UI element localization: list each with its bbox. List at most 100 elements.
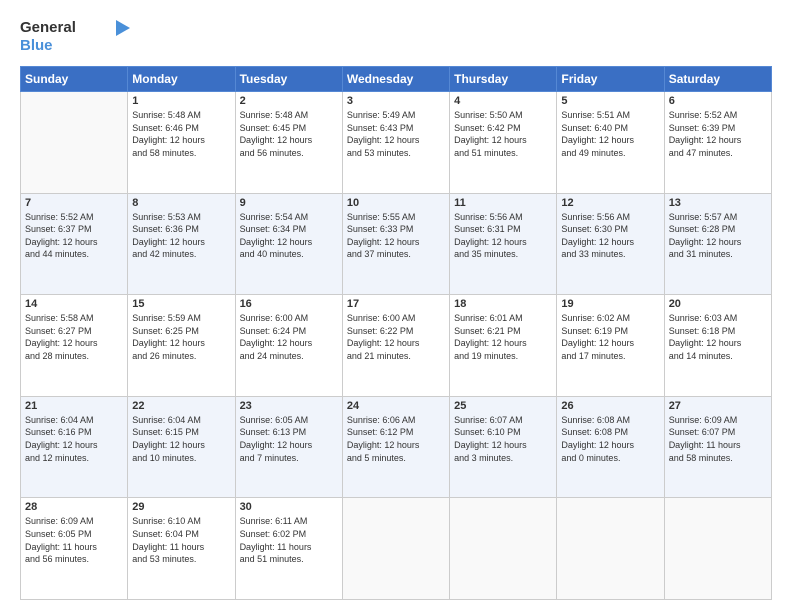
day-info: Sunrise: 5:54 AM Sunset: 6:34 PM Dayligh… xyxy=(240,211,338,261)
calendar-cell: 22 Sunrise: 6:04 AM Sunset: 6:15 PM Dayli… xyxy=(128,396,235,498)
day-info: Sunrise: 6:01 AM Sunset: 6:21 PM Dayligh… xyxy=(454,312,552,362)
calendar-cell: 21 Sunrise: 6:04 AM Sunset: 6:16 PM Dayli… xyxy=(21,396,128,498)
svg-text:General: General xyxy=(20,19,76,36)
calendar-cell: 3 Sunrise: 5:49 AM Sunset: 6:43 PM Daylig… xyxy=(342,92,449,194)
calendar-cell: 24Sunrise: 6:06 AM Sunset: 6:12 PM Dayli… xyxy=(342,396,449,498)
day-number: 19 xyxy=(561,298,659,310)
day-number: 16 xyxy=(240,298,338,310)
calendar-cell: 7 Sunrise: 5:52 AM Sunset: 6:37 PM Daylig… xyxy=(21,193,128,295)
day-info: Sunrise: 5:55 AM Sunset: 6:33 PM Dayligh… xyxy=(347,211,445,261)
day-number: 13 xyxy=(669,197,767,209)
day-info: Sunrise: 5:50 AM Sunset: 6:42 PM Dayligh… xyxy=(454,109,552,159)
calendar-cell: 16Sunrise: 6:00 AM Sunset: 6:24 PM Dayli… xyxy=(235,295,342,397)
day-info: Sunrise: 5:59 AM Sunset: 6:25 PM Dayligh… xyxy=(132,312,230,362)
col-header-thursday: Thursday xyxy=(450,67,557,92)
day-number: 25 xyxy=(454,400,552,412)
calendar-cell: 1Sunrise: 5:48 AM Sunset: 6:46 PM Daylig… xyxy=(128,92,235,194)
week-row-3: 14 Sunrise: 5:58 AM Sunset: 6:27 PM Dayli… xyxy=(21,295,772,397)
day-number: 6 xyxy=(669,95,767,107)
week-row-5: 28 Sunrise: 6:09 AM Sunset: 6:05 PM Dayli… xyxy=(21,498,772,600)
col-header-saturday: Saturday xyxy=(664,67,771,92)
day-number: 9 xyxy=(240,197,338,209)
day-number: 20 xyxy=(669,298,767,310)
day-info: Sunrise: 6:03 AM Sunset: 6:18 PM Dayligh… xyxy=(669,312,767,362)
calendar-cell: 9 Sunrise: 5:54 AM Sunset: 6:34 PM Daylig… xyxy=(235,193,342,295)
day-number: 12 xyxy=(561,197,659,209)
day-info: Sunrise: 6:04 AM Sunset: 6:15 PM Dayligh… xyxy=(132,414,230,464)
calendar-cell: 2 Sunrise: 5:48 AM Sunset: 6:45 PM Daylig… xyxy=(235,92,342,194)
day-info: Sunrise: 5:56 AM Sunset: 6:30 PM Dayligh… xyxy=(561,211,659,261)
day-number: 30 xyxy=(240,501,338,513)
day-info: Sunrise: 6:09 AM Sunset: 6:05 PM Dayligh… xyxy=(25,515,123,565)
calendar-cell xyxy=(342,498,449,600)
day-number: 17 xyxy=(347,298,445,310)
day-number: 21 xyxy=(25,400,123,412)
calendar-table: SundayMondayTuesdayWednesdayThursdayFrid… xyxy=(20,66,772,600)
day-number: 11 xyxy=(454,197,552,209)
calendar-cell xyxy=(21,92,128,194)
svg-text:Blue: Blue xyxy=(20,37,53,54)
calendar-header-row: SundayMondayTuesdayWednesdayThursdayFrid… xyxy=(21,67,772,92)
calendar-cell: 20 Sunrise: 6:03 AM Sunset: 6:18 PM Dayli… xyxy=(664,295,771,397)
day-number: 4 xyxy=(454,95,552,107)
calendar-cell: 29 Sunrise: 6:10 AM Sunset: 6:04 PM Dayli… xyxy=(128,498,235,600)
day-number: 29 xyxy=(132,501,230,513)
calendar-cell: 12 Sunrise: 5:56 AM Sunset: 6:30 PM Dayli… xyxy=(557,193,664,295)
calendar-cell: 25 Sunrise: 6:07 AM Sunset: 6:10 PM Dayli… xyxy=(450,396,557,498)
day-number: 8 xyxy=(132,197,230,209)
calendar-cell: 17Sunrise: 6:00 AM Sunset: 6:22 PM Dayli… xyxy=(342,295,449,397)
calendar-cell: 15 Sunrise: 5:59 AM Sunset: 6:25 PM Dayli… xyxy=(128,295,235,397)
calendar-cell: 27 Sunrise: 6:09 AM Sunset: 6:07 PM Dayli… xyxy=(664,396,771,498)
col-header-sunday: Sunday xyxy=(21,67,128,92)
calendar-cell: 5Sunrise: 5:51 AM Sunset: 6:40 PM Daylig… xyxy=(557,92,664,194)
day-number: 28 xyxy=(25,501,123,513)
day-number: 22 xyxy=(132,400,230,412)
day-number: 3 xyxy=(347,95,445,107)
day-info: Sunrise: 5:51 AM Sunset: 6:40 PM Dayligh… xyxy=(561,109,659,159)
calendar-cell: 28 Sunrise: 6:09 AM Sunset: 6:05 PM Dayli… xyxy=(21,498,128,600)
day-info: Sunrise: 5:49 AM Sunset: 6:43 PM Dayligh… xyxy=(347,109,445,159)
page: General Blue SundayMondayTuesdayWednesda… xyxy=(0,0,792,612)
logo-icon: General Blue xyxy=(20,16,130,56)
day-info: Sunrise: 5:58 AM Sunset: 6:27 PM Dayligh… xyxy=(25,312,123,362)
day-info: Sunrise: 6:09 AM Sunset: 6:07 PM Dayligh… xyxy=(669,414,767,464)
day-number: 26 xyxy=(561,400,659,412)
calendar-cell: 13Sunrise: 5:57 AM Sunset: 6:28 PM Dayli… xyxy=(664,193,771,295)
week-row-2: 7 Sunrise: 5:52 AM Sunset: 6:37 PM Daylig… xyxy=(21,193,772,295)
day-number: 15 xyxy=(132,298,230,310)
col-header-tuesday: Tuesday xyxy=(235,67,342,92)
col-header-monday: Monday xyxy=(128,67,235,92)
logo: General Blue xyxy=(20,16,130,56)
day-info: Sunrise: 5:48 AM Sunset: 6:45 PM Dayligh… xyxy=(240,109,338,159)
calendar-cell: 19 Sunrise: 6:02 AM Sunset: 6:19 PM Dayli… xyxy=(557,295,664,397)
day-number: 7 xyxy=(25,197,123,209)
day-info: Sunrise: 5:53 AM Sunset: 6:36 PM Dayligh… xyxy=(132,211,230,261)
day-info: Sunrise: 6:07 AM Sunset: 6:10 PM Dayligh… xyxy=(454,414,552,464)
day-info: Sunrise: 6:05 AM Sunset: 6:13 PM Dayligh… xyxy=(240,414,338,464)
day-info: Sunrise: 5:52 AM Sunset: 6:37 PM Dayligh… xyxy=(25,211,123,261)
calendar-cell: 14 Sunrise: 5:58 AM Sunset: 6:27 PM Dayli… xyxy=(21,295,128,397)
day-info: Sunrise: 6:10 AM Sunset: 6:04 PM Dayligh… xyxy=(132,515,230,565)
col-header-friday: Friday xyxy=(557,67,664,92)
calendar-cell xyxy=(450,498,557,600)
day-info: Sunrise: 6:04 AM Sunset: 6:16 PM Dayligh… xyxy=(25,414,123,464)
header: General Blue xyxy=(20,16,772,56)
day-number: 27 xyxy=(669,400,767,412)
col-header-wednesday: Wednesday xyxy=(342,67,449,92)
calendar-cell: 4 Sunrise: 5:50 AM Sunset: 6:42 PM Daylig… xyxy=(450,92,557,194)
day-number: 18 xyxy=(454,298,552,310)
day-info: Sunrise: 5:56 AM Sunset: 6:31 PM Dayligh… xyxy=(454,211,552,261)
day-info: Sunrise: 6:08 AM Sunset: 6:08 PM Dayligh… xyxy=(561,414,659,464)
calendar-cell: 23 Sunrise: 6:05 AM Sunset: 6:13 PM Dayli… xyxy=(235,396,342,498)
day-info: Sunrise: 6:02 AM Sunset: 6:19 PM Dayligh… xyxy=(561,312,659,362)
day-number: 14 xyxy=(25,298,123,310)
day-info: Sunrise: 6:06 AM Sunset: 6:12 PM Dayligh… xyxy=(347,414,445,464)
day-number: 23 xyxy=(240,400,338,412)
calendar-cell: 11 Sunrise: 5:56 AM Sunset: 6:31 PM Dayli… xyxy=(450,193,557,295)
week-row-1: 1Sunrise: 5:48 AM Sunset: 6:46 PM Daylig… xyxy=(21,92,772,194)
week-row-4: 21 Sunrise: 6:04 AM Sunset: 6:16 PM Dayli… xyxy=(21,396,772,498)
day-info: Sunrise: 5:48 AM Sunset: 6:46 PM Dayligh… xyxy=(132,109,230,159)
day-number: 2 xyxy=(240,95,338,107)
day-number: 10 xyxy=(347,197,445,209)
day-info: Sunrise: 6:11 AM Sunset: 6:02 PM Dayligh… xyxy=(240,515,338,565)
